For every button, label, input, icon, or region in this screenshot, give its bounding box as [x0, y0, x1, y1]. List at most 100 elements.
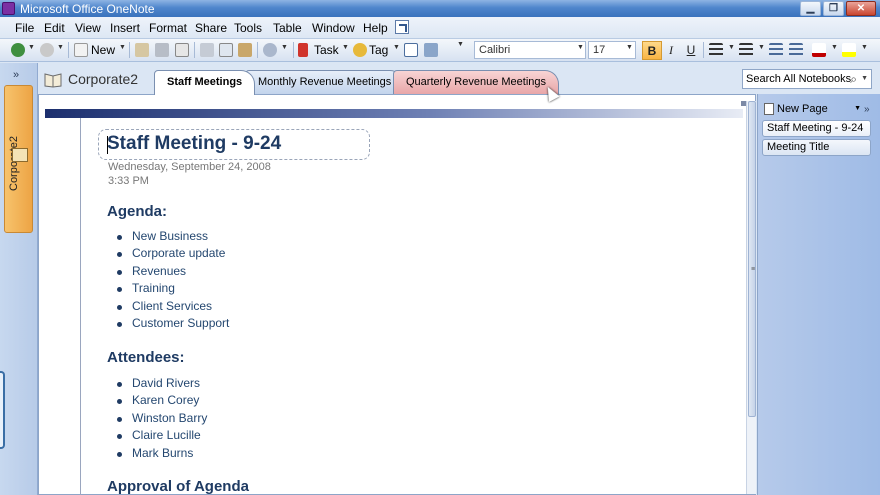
increase-indent-icon[interactable] [789, 43, 803, 57]
font-color-icon[interactable] [812, 43, 826, 57]
paste-icon[interactable] [238, 43, 252, 57]
font-color-dropdown-icon[interactable]: ▼ [831, 44, 838, 51]
task-button[interactable]: Task [314, 42, 339, 58]
forward-dropdown-icon[interactable]: ▼ [57, 44, 64, 51]
highlight-dropdown-icon[interactable]: ▼ [861, 44, 868, 51]
bold-button[interactable]: B [642, 41, 662, 60]
new-page-icon [764, 103, 774, 115]
navigation-resize-handle[interactable] [0, 371, 5, 449]
numbering-icon[interactable] [739, 43, 753, 57]
font-name-dropdown-icon[interactable]: ▼ [577, 44, 584, 51]
task-dropdown-icon[interactable]: ▼ [342, 44, 349, 51]
list-item[interactable]: New Business [117, 228, 229, 245]
search-all-notebooks-field[interactable]: Search All Notebooks ⌕ ▼ [742, 69, 872, 89]
list-item[interactable]: Mark Burns [117, 445, 207, 462]
italic-button[interactable]: I [661, 41, 681, 60]
menu-table[interactable]: Table [273, 21, 302, 35]
list-item[interactable]: Winston Barry [117, 410, 207, 427]
bullets-dropdown-icon[interactable]: ▼ [728, 44, 735, 51]
menu-edit[interactable]: Edit [44, 21, 65, 35]
onenote-app-icon [2, 2, 15, 15]
tab-quarterly-revenue-meetings[interactable]: Quarterly Revenue Meetings [393, 70, 560, 94]
new-button[interactable]: New [91, 42, 115, 58]
page-scrollbar[interactable]: ≡ [746, 101, 756, 494]
close-button[interactable]: ✕ [846, 1, 876, 16]
menu-window[interactable]: Window [312, 21, 355, 35]
forward-icon[interactable] [40, 43, 54, 57]
email-icon[interactable] [135, 43, 149, 57]
expand-navigation-icon[interactable]: » [13, 69, 19, 81]
menu-format[interactable]: Format [149, 21, 187, 35]
toolbar-separator [257, 42, 258, 58]
page-date: Wednesday, September 24, 2008 [108, 161, 271, 173]
bullets-icon[interactable] [709, 43, 723, 57]
maximize-button[interactable]: ❐ [823, 1, 844, 16]
page-tab-staff-meeting[interactable]: Staff Meeting - 9-24 [762, 120, 871, 137]
page-header-band [45, 109, 743, 118]
tab-label: Staff Meetings [167, 76, 243, 88]
tab-staff-meetings[interactable]: Staff Meetings [154, 70, 256, 95]
attendees-list: David Rivers Karen Corey Winston Barry C… [117, 375, 207, 462]
page-time: 3:33 PM [108, 175, 149, 187]
copy-icon[interactable] [219, 43, 233, 57]
agenda-heading[interactable]: Agenda: [107, 203, 167, 220]
new-page-dropdown-icon[interactable]: ▼ [854, 100, 861, 118]
font-name-select[interactable]: Calibri [474, 41, 586, 59]
new-page-icon[interactable] [74, 43, 88, 57]
page-tab-meeting-title[interactable]: Meeting Title [762, 139, 871, 156]
new-page-button[interactable]: New Page ▼ [763, 100, 861, 118]
toolbar-options-icon[interactable]: ▼ [457, 41, 464, 48]
menu-insert[interactable]: Insert [110, 21, 140, 35]
font-size-dropdown-icon[interactable]: ▼ [626, 44, 633, 51]
notebook-title: Corporate2 [68, 71, 139, 87]
page-canvas[interactable]: Staff Meeting - 9-24 Wednesday, Septembe… [38, 94, 756, 495]
print-preview-icon[interactable] [175, 43, 189, 57]
list-item[interactable]: Revenues [117, 263, 229, 280]
numbering-dropdown-icon[interactable]: ▼ [758, 44, 765, 51]
back-dropdown-icon[interactable]: ▼ [28, 44, 35, 51]
page-title[interactable]: Staff Meeting - 9-24 [107, 133, 281, 155]
toolbar-separator [129, 42, 130, 58]
list-item[interactable]: Karen Corey [117, 392, 207, 409]
minimize-button[interactable]: ▁ [800, 1, 821, 16]
notebook-tab-corporate2[interactable]: Corporate2 [4, 85, 33, 233]
attendees-heading[interactable]: Attendees: [107, 349, 185, 366]
tab-monthly-revenue-meetings[interactable]: Monthly Revenue Meetings [245, 70, 405, 94]
tag-button[interactable]: Tag [369, 42, 388, 58]
search-scope-dropdown-icon[interactable]: ▼ [861, 70, 868, 88]
cut-icon[interactable] [200, 43, 214, 57]
highlight-icon[interactable] [842, 43, 856, 57]
title-bar: Microsoft Office OneNote ▁ ❐ ✕ [0, 0, 880, 17]
restore-window-icon[interactable] [395, 20, 409, 34]
dock-icon[interactable] [424, 43, 438, 57]
new-dropdown-icon[interactable]: ▼ [119, 44, 126, 51]
menu-view[interactable]: View [75, 21, 101, 35]
undo-icon[interactable] [263, 43, 277, 57]
menu-share[interactable]: Share [195, 21, 227, 35]
agenda-list: New Business Corporate update Revenues T… [117, 228, 229, 332]
list-item[interactable]: Claire Lucille [117, 427, 207, 444]
scrollbar-thumb[interactable]: ≡ [748, 101, 756, 417]
list-item[interactable]: Customer Support [117, 315, 229, 332]
print-icon[interactable] [155, 43, 169, 57]
undo-dropdown-icon[interactable]: ▼ [281, 44, 288, 51]
tag-dropdown-icon[interactable]: ▼ [393, 44, 400, 51]
list-item[interactable]: Training [117, 280, 229, 297]
decrease-indent-icon[interactable] [769, 43, 783, 57]
list-item[interactable]: David Rivers [117, 375, 207, 392]
notebook-icon [12, 148, 28, 162]
underline-button[interactable]: U [681, 41, 701, 60]
search-icon[interactable]: ⌕ [850, 70, 857, 88]
new-page-label: New Page [777, 103, 828, 115]
tag-icon[interactable] [353, 43, 367, 57]
back-icon[interactable] [11, 43, 25, 57]
menu-tools[interactable]: Tools [234, 21, 262, 35]
menu-file[interactable]: File [15, 21, 34, 35]
approval-heading[interactable]: Approval of Agenda [107, 478, 249, 495]
menu-help[interactable]: Help [363, 21, 388, 35]
table-icon[interactable] [404, 43, 418, 57]
flag-icon[interactable] [298, 43, 308, 57]
expand-page-pane-icon[interactable]: » [864, 104, 870, 115]
list-item[interactable]: Client Services [117, 298, 229, 315]
list-item[interactable]: Corporate update [117, 245, 229, 262]
